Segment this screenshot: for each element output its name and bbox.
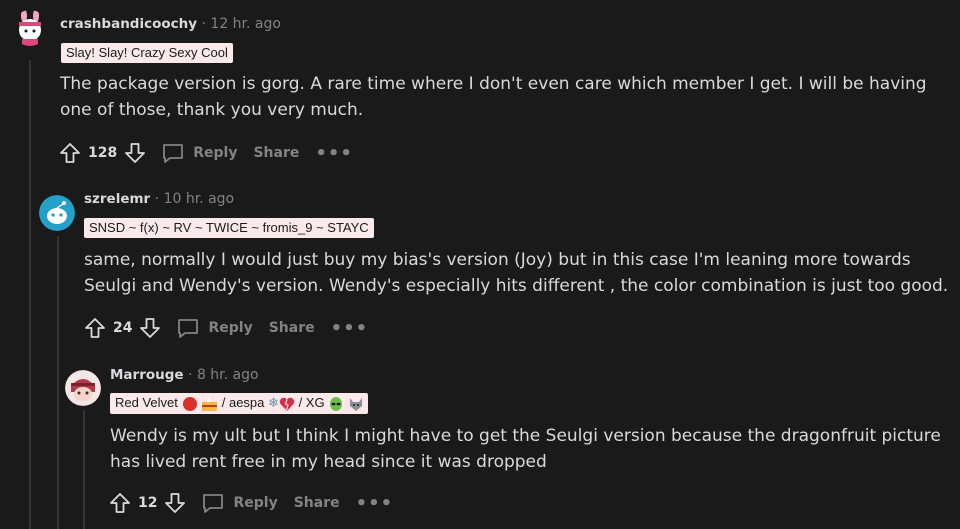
snowflake-icon: ❄ — [268, 395, 279, 410]
timestamp[interactable]: 12 hr. ago — [210, 16, 281, 32]
flair-text-xg: / XG — [298, 395, 325, 410]
author-name[interactable]: Marrouge — [110, 367, 184, 383]
share-button[interactable]: Share — [294, 495, 340, 511]
overflow-menu-icon[interactable]: ••• — [356, 493, 394, 514]
comment-bubble-icon — [163, 144, 184, 163]
overflow-menu-icon[interactable]: ••• — [331, 318, 369, 339]
avatar-character-icon — [65, 370, 101, 406]
reply-label: Reply — [208, 320, 253, 336]
alien-icon — [330, 396, 343, 411]
wolf-icon — [349, 397, 362, 411]
separator: · — [154, 191, 160, 207]
comment-body: same, normally I would just buy my bias'… — [84, 250, 949, 296]
avatar[interactable] — [39, 195, 75, 231]
author-name[interactable]: crashbandicoochy — [60, 16, 197, 32]
vote-score: 12 — [138, 495, 158, 511]
broken-heart-icon — [279, 397, 295, 411]
thread-line-level-2[interactable] — [83, 410, 85, 529]
upvote-icon[interactable] — [58, 141, 82, 165]
overflow-menu-icon[interactable]: ••• — [315, 143, 353, 164]
downvote-icon[interactable] — [163, 491, 187, 515]
avatar-snoo-icon — [39, 195, 75, 231]
red-circle-icon — [182, 396, 197, 411]
reply-button[interactable]: Reply — [201, 491, 278, 515]
downvote-icon[interactable] — [123, 141, 147, 165]
upvote-icon[interactable] — [83, 316, 107, 340]
comment-bubble-icon — [178, 319, 199, 338]
upvote-icon[interactable] — [108, 491, 132, 515]
avatar[interactable] — [12, 10, 48, 46]
flair-text-aespa: / aespa — [221, 395, 265, 410]
user-flair: SNSD ~ f(x) ~ RV ~ TWICE ~ fromis_9 ~ ST… — [84, 218, 374, 238]
vote-score: 24 — [113, 320, 133, 336]
avatar-bunny-icon — [12, 10, 48, 46]
cake-icon — [202, 396, 218, 411]
share-button[interactable]: Share — [253, 145, 299, 161]
user-flair: Red Velvet / aespa ❄ / XG — [110, 393, 368, 414]
separator: · — [188, 367, 193, 383]
reply-label: Reply — [193, 145, 238, 161]
reply-button[interactable]: Reply — [161, 141, 237, 165]
downvote-icon[interactable] — [138, 316, 162, 340]
share-button[interactable]: Share — [269, 320, 315, 336]
comment-body: Wendy is my ult but I think I might have… — [110, 426, 941, 472]
thread-line-level-1[interactable] — [57, 236, 59, 529]
thread-line-level-0[interactable] — [29, 60, 31, 529]
timestamp[interactable]: 10 hr. ago — [164, 191, 235, 207]
comment-bubble-icon — [203, 494, 224, 513]
reply-button[interactable]: Reply — [176, 316, 253, 340]
vote-score: 128 — [88, 145, 118, 161]
timestamp[interactable]: 8 hr. ago — [197, 367, 259, 383]
separator: · — [201, 16, 206, 32]
comment-body: The package version is gorg. A rare time… — [60, 74, 927, 120]
avatar[interactable] — [65, 370, 101, 406]
user-flair: Slay! Slay! Crazy Sexy Cool — [61, 43, 233, 63]
flair-text-red-velvet: Red Velvet — [115, 395, 178, 410]
author-name[interactable]: szrelemr — [84, 191, 150, 207]
reply-label: Reply — [233, 495, 278, 511]
